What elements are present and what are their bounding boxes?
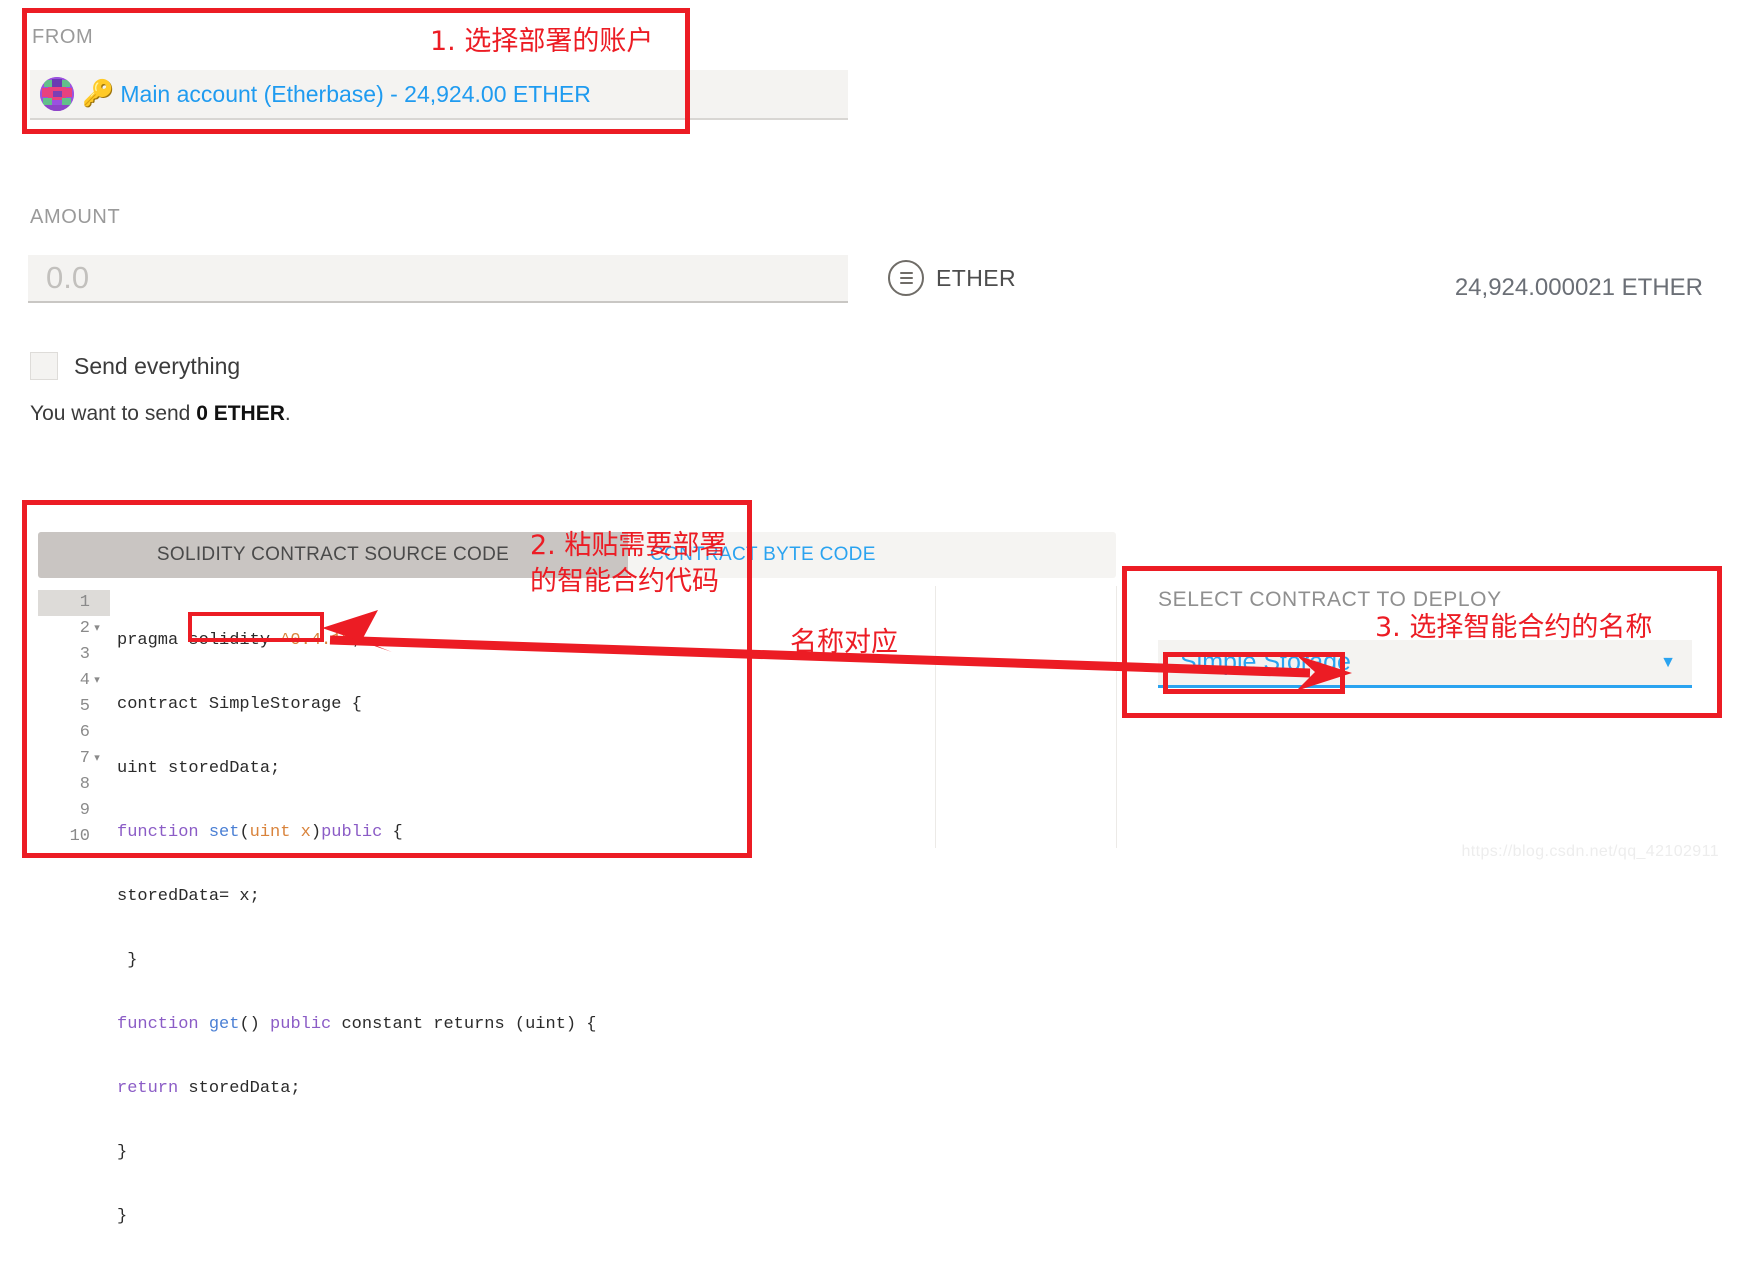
send-summary-prefix: You want to send — [30, 402, 197, 425]
editor-column-divider — [935, 586, 936, 848]
send-everything-checkbox[interactable] — [30, 352, 58, 380]
gutter-line-number: 7 — [79, 749, 90, 768]
gutter-line[interactable]: 3 — [38, 642, 110, 668]
watermark: https://blog.csdn.net/qq_42102911 — [1461, 843, 1719, 860]
tab-contract-byte-code-label: CONTRACT BYTE CODE — [650, 544, 876, 565]
editor-column-divider — [1116, 586, 1117, 848]
gutter-line-number: 9 — [79, 801, 90, 820]
code-line-2: contract SimpleStorage { — [117, 695, 362, 714]
gutter-line-number: 4 — [79, 671, 90, 690]
gutter-line-number: 3 — [79, 645, 90, 664]
editor-code-area[interactable]: pragma solidity ^0.4.18; contract Simple… — [110, 586, 1116, 1226]
account-identicon-avatar — [40, 77, 74, 111]
select-contract-label: SELECT CONTRACT TO DEPLOY — [1158, 588, 1502, 611]
send-summary-text: You want to send 0 ETHER. — [30, 402, 291, 426]
code-line-3: uint storedData; — [117, 759, 281, 778]
account-name-label: Main account (Etherbase) - 24,924.00 ETH… — [120, 80, 591, 107]
code-line-1: pragma solidity ^0.4.18; — [117, 631, 362, 650]
select-contract-value: Simple Storage — [1180, 648, 1351, 676]
code-line-5: storedData= x; — [117, 887, 260, 906]
gutter-line[interactable]: 4 ▾ — [38, 668, 110, 694]
gutter-line-number: 5 — [79, 697, 90, 716]
code-line-4: function set(uint x)public { — [117, 823, 403, 842]
gutter-line-number: 8 — [79, 775, 90, 794]
gutter-line-number: 10 — [69, 827, 90, 846]
send-everything-row[interactable]: Send everything — [30, 352, 240, 380]
fold-arrow-icon[interactable]: ▾ — [90, 746, 104, 772]
gutter-line[interactable]: 6 — [38, 720, 110, 746]
gutter-line[interactable]: 5 — [38, 694, 110, 720]
amount-input[interactable] — [28, 255, 848, 301]
gutter-line[interactable]: 10 — [38, 824, 110, 850]
gutter-line-number: 1 — [79, 593, 90, 612]
gutter-line[interactable]: 1 — [38, 590, 110, 616]
gutter-line[interactable]: 2 ▾ — [38, 616, 110, 642]
solidity-code-editor[interactable]: 1 2 ▾ 3 4 ▾ 5 6 7 ▾ 8 9 10 pragma solidity … — [38, 586, 1116, 1226]
unit-selector[interactable]: ETHER — [888, 260, 1016, 296]
ether-unit-icon — [888, 260, 924, 296]
chevron-down-icon[interactable]: ▼ — [1660, 654, 1676, 672]
send-everything-label: Send everything — [74, 352, 241, 379]
tab-solidity-source-code[interactable]: SOLIDITY CONTRACT SOURCE CODE — [38, 532, 628, 578]
fold-arrow-icon[interactable]: ▾ — [90, 616, 104, 642]
gutter-line-number: 6 — [79, 723, 90, 742]
contract-code-panel: SOLIDITY CONTRACT SOURCE CODE CONTRACT B… — [30, 508, 1120, 1226]
unit-label: ETHER — [936, 264, 1016, 291]
account-balance-readout: 24,924.000021 ETHER — [1454, 274, 1703, 301]
key-icon: 🔑 — [82, 78, 115, 108]
code-line-7: function get() public constant returns (… — [117, 1015, 597, 1034]
gutter-line-number: 2 — [79, 619, 90, 638]
code-line-9: } — [117, 1143, 128, 1162]
gutter-line[interactable]: 7 ▾ — [38, 746, 110, 772]
from-section: FROM 🔑 Main account (Etherbase) - 24,924… — [30, 14, 848, 124]
gutter-line[interactable]: 9 — [38, 798, 110, 824]
from-label: FROM — [32, 26, 94, 48]
tab-solidity-source-code-label: SOLIDITY CONTRACT SOURCE CODE — [156, 544, 510, 565]
amount-label: AMOUNT — [30, 206, 121, 228]
tab-contract-byte-code[interactable]: CONTRACT BYTE CODE — [628, 532, 1116, 578]
gutter-line[interactable]: 8 — [38, 772, 110, 798]
code-tab-strip: SOLIDITY CONTRACT SOURCE CODE CONTRACT B… — [38, 532, 1116, 578]
send-summary-amount: 0 ETHER — [196, 402, 285, 425]
select-contract-dropdown[interactable]: Simple Storage ▼ — [1158, 640, 1692, 688]
amount-input-wrapper — [28, 255, 848, 303]
code-line-8: return storedData; — [117, 1079, 301, 1098]
editor-line-number-gutter: 1 2 ▾ 3 4 ▾ 5 6 7 ▾ 8 9 10 — [38, 586, 110, 848]
code-line-10: } — [117, 1207, 128, 1226]
from-account-select[interactable]: 🔑 Main account (Etherbase) - 24,924.00 E… — [30, 70, 848, 120]
send-summary-suffix: . — [284, 402, 291, 425]
fold-arrow-icon[interactable]: ▾ — [90, 668, 104, 694]
select-contract-panel: SELECT CONTRACT TO DEPLOY Simple Storage… — [1140, 578, 1700, 718]
code-line-6: } — [117, 951, 138, 970]
